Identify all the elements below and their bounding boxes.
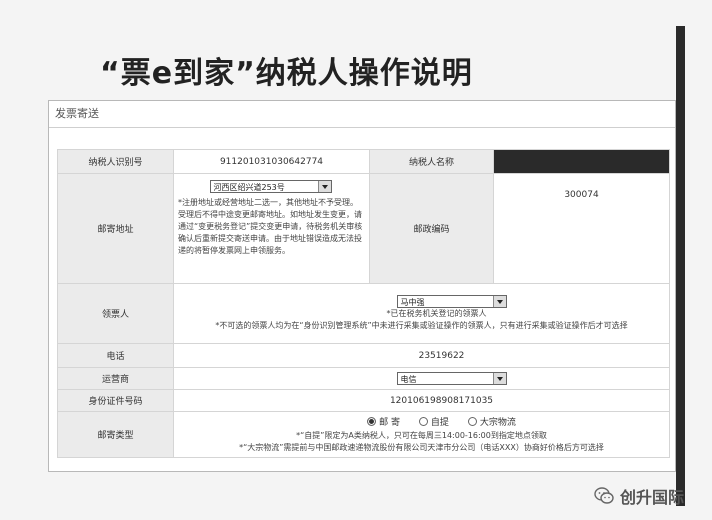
- radio-selected-icon: [367, 417, 377, 426]
- mail-type-label: 邮寄类型: [57, 411, 174, 458]
- postal-code-value: 300074: [493, 173, 670, 284]
- recipient-select[interactable]: 马中强: [396, 295, 507, 308]
- carrier-label: 运营商: [57, 367, 174, 390]
- mail-address-cell: 河西区绍兴道253号 *注册地址或经营地址二选一，其他地址不予受理。受理后不得中…: [173, 173, 370, 284]
- chevron-down-icon: [492, 373, 506, 384]
- recipient-select-value: 马中强: [400, 298, 425, 307]
- carrier-select[interactable]: 电信: [396, 372, 507, 385]
- id-number-value: 120106198908171035: [173, 389, 670, 412]
- form-table: 纳税人识别号 911201031030642774 纳税人名称 邮寄地址 河西区…: [57, 149, 670, 458]
- chevron-down-icon: [492, 296, 506, 307]
- radio-pickup[interactable]: 自提: [418, 417, 449, 428]
- invoice-mail-form: 发票寄送 纳税人识别号 911201031030642774 纳税人名称 邮寄地…: [48, 100, 676, 472]
- mail-type-cell: 邮 寄 自提 大宗物流 *“自提”限定为A类纳税人，只可在每周三14:00-16…: [173, 411, 670, 458]
- recipient-label: 领票人: [57, 283, 174, 344]
- taxpayer-id-value: 911201031030642774: [173, 149, 370, 174]
- address-note: *注册地址或经营地址二选一，其他地址不予受理。受理后不得中途变更邮寄地址。如地址…: [178, 198, 363, 255]
- taxpayer-id-label: 纳税人识别号: [57, 149, 174, 174]
- recipient-cell: 马中强 *已在税务机关登记的领票人 *不可选的领票人均为在“身份识别管理系统”中…: [173, 283, 670, 344]
- address-select-value: 河西区绍兴道253号: [213, 183, 285, 192]
- radio-icon: [418, 417, 428, 426]
- radio-mail[interactable]: 邮 寄: [367, 417, 401, 428]
- wechat-icon: [594, 487, 614, 504]
- watermark-text: 创升国际: [620, 488, 685, 507]
- carrier-select-value: 电信: [400, 375, 417, 384]
- mail-type-note-1: *“自提”限定为A类纳税人，只可在每周三14:00-16:00到指定地点领取: [296, 431, 547, 440]
- address-select[interactable]: 河西区绍兴道253号: [209, 180, 332, 193]
- carrier-cell: 电信: [173, 367, 670, 390]
- recipient-note-2: *不可选的领票人均为在“身份识别管理系统”中未进行采集或验证操作的领票人，只有进…: [215, 321, 628, 330]
- watermark: 创升国际: [594, 484, 684, 508]
- recipient-note-1: *已在税务机关登记的领票人: [386, 309, 487, 318]
- postal-code-label: 邮政编码: [369, 173, 494, 284]
- taxpayer-name-label: 纳税人名称: [369, 149, 494, 174]
- form-header: 发票寄送: [49, 101, 675, 128]
- phone-value: 23519622: [173, 343, 670, 368]
- chevron-down-icon: [317, 181, 331, 192]
- mail-address-label: 邮寄地址: [57, 173, 174, 284]
- phone-label: 电话: [57, 343, 174, 368]
- radio-pickup-label: 自提: [430, 418, 449, 428]
- radio-mail-label: 邮 寄: [379, 418, 401, 428]
- binder-edge: [676, 26, 685, 506]
- page-title: “票e到家”纳税人操作说明: [100, 56, 473, 91]
- mail-type-note-2: *“大宗物流”需提前与中国邮政速递物流股份有限公司天津市分公司（电话XXX）协商…: [239, 443, 604, 452]
- radio-icon: [467, 417, 477, 426]
- radio-bulk-label: 大宗物流: [479, 418, 516, 428]
- radio-bulk-logistics[interactable]: 大宗物流: [467, 417, 516, 428]
- taxpayer-name-redacted: [493, 149, 670, 174]
- id-number-label: 身份证件号码: [57, 389, 174, 412]
